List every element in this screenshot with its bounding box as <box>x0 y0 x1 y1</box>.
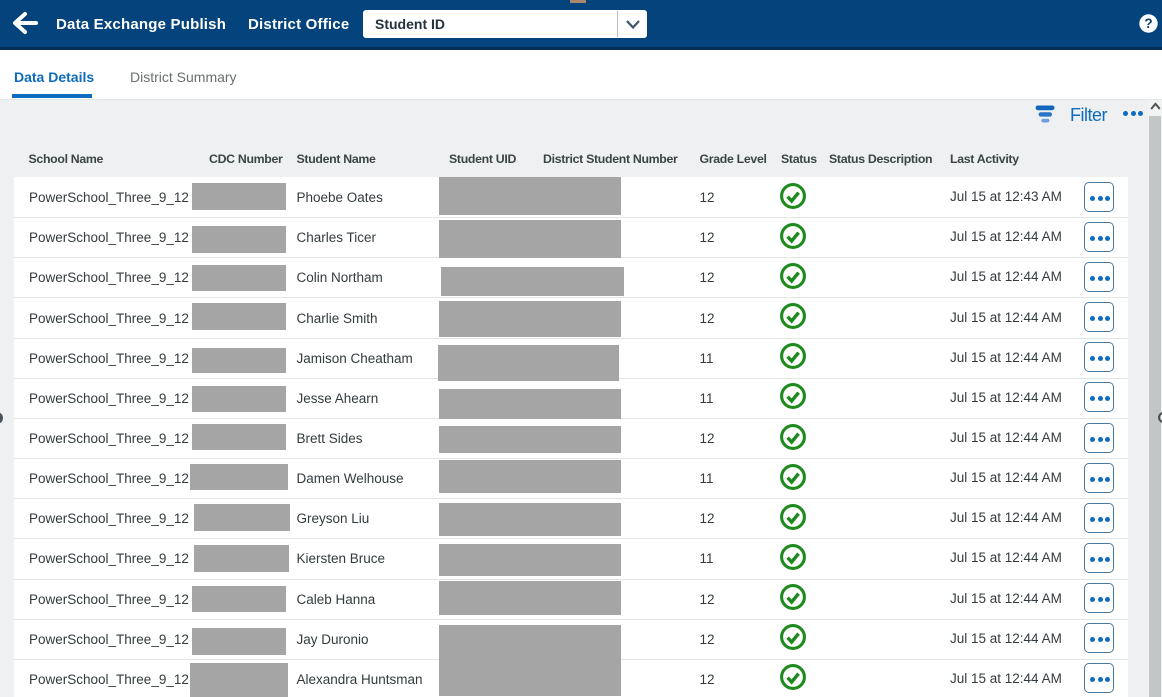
svg-text:?: ? <box>1144 16 1152 31</box>
